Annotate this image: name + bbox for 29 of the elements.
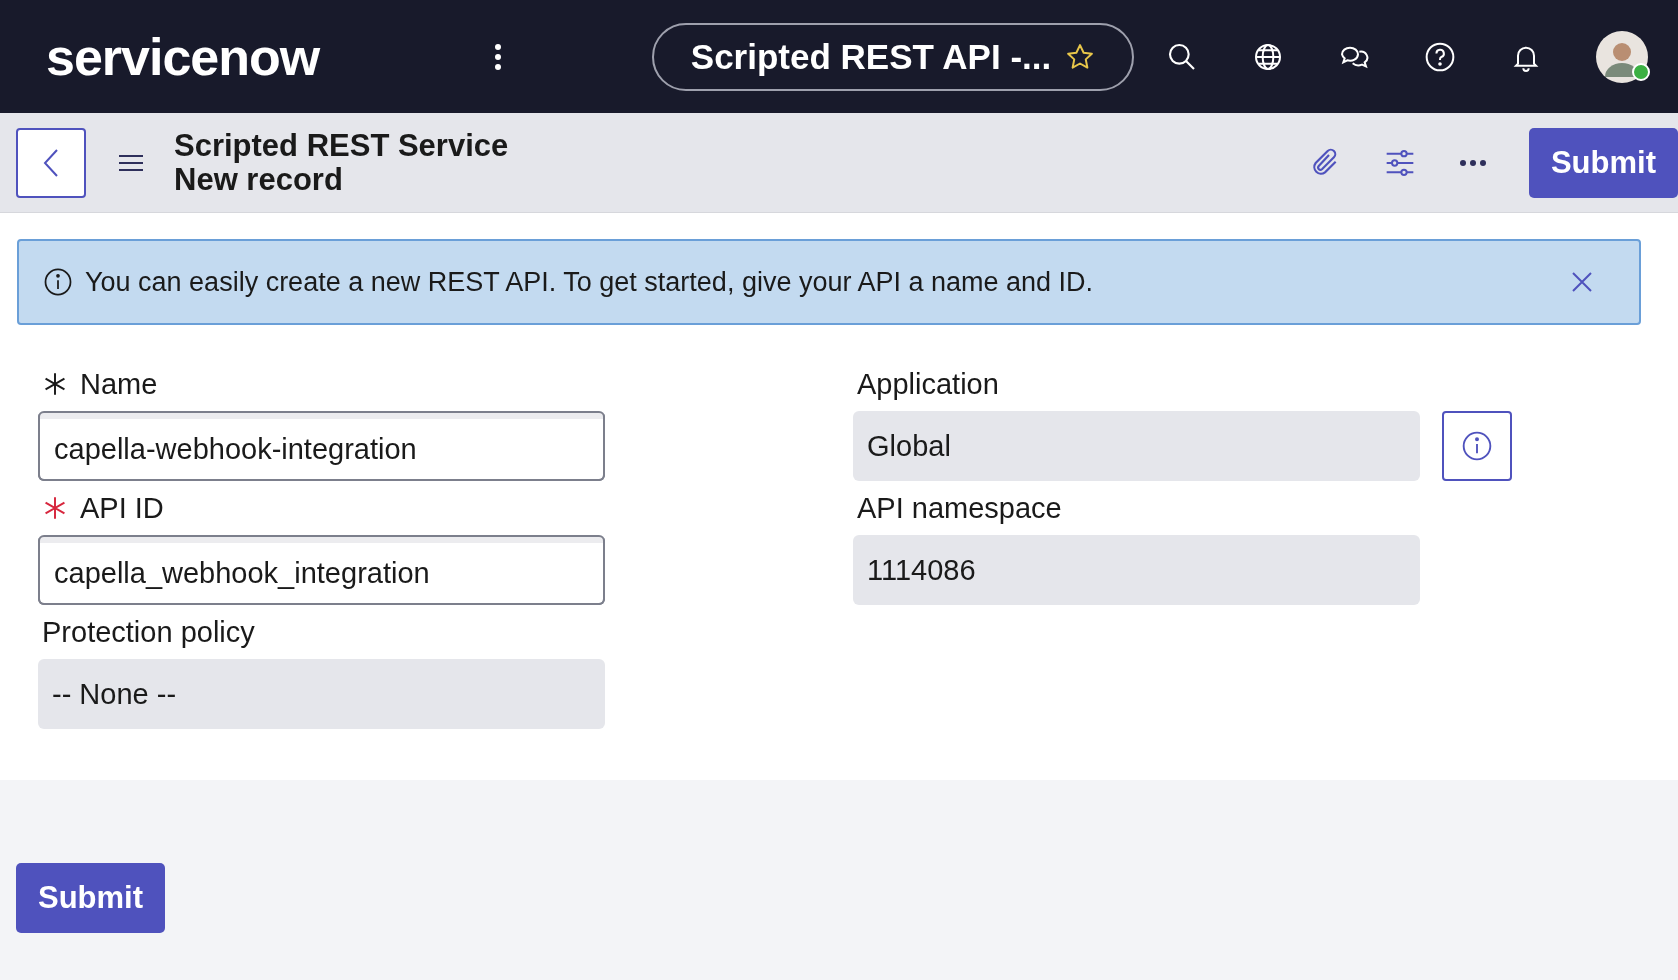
field-label: Name <box>80 367 158 401</box>
info-icon <box>43 267 73 297</box>
info-button[interactable] <box>1442 411 1512 481</box>
context-title: Scripted REST API -... <box>690 36 1052 77</box>
help-icon[interactable] <box>1424 40 1456 73</box>
submit-button[interactable]: Submit <box>1528 127 1678 198</box>
input-field[interactable]: -- None -- <box>38 659 605 729</box>
field-label: API namespace <box>857 491 1062 525</box>
input-field[interactable]: capella-webhook-integration <box>38 411 605 481</box>
record-subtitle: New record <box>174 162 344 197</box>
banner-message: You can easily create a new REST API. To get started, give your API a name and ID. <box>85 266 1094 298</box>
more-menu-icon[interactable] <box>494 42 502 71</box>
menu-icon[interactable] <box>118 152 144 173</box>
field-label: Protection policy <box>42 615 255 649</box>
field-label: API ID <box>80 491 164 525</box>
submit-button[interactable]: Submit <box>16 863 166 933</box>
record-type-title: Scripted REST Service <box>174 128 509 163</box>
user-avatar[interactable] <box>1596 30 1648 83</box>
input-field[interactable]: 1114086 <box>853 535 1420 605</box>
logo[interactable]: servicenow <box>46 26 376 87</box>
field-label: Application <box>857 367 999 401</box>
favorite-star-icon[interactable] <box>1065 41 1096 72</box>
more-options-icon[interactable] <box>1458 158 1487 167</box>
close-icon[interactable] <box>1571 271 1593 293</box>
context-tab[interactable]: Scripted REST API -... <box>652 22 1134 91</box>
info-icon <box>1461 430 1493 462</box>
input-field[interactable]: capella_webhook_integration <box>38 535 605 605</box>
input-field[interactable]: Global <box>853 411 1420 481</box>
back-button[interactable] <box>16 127 86 198</box>
